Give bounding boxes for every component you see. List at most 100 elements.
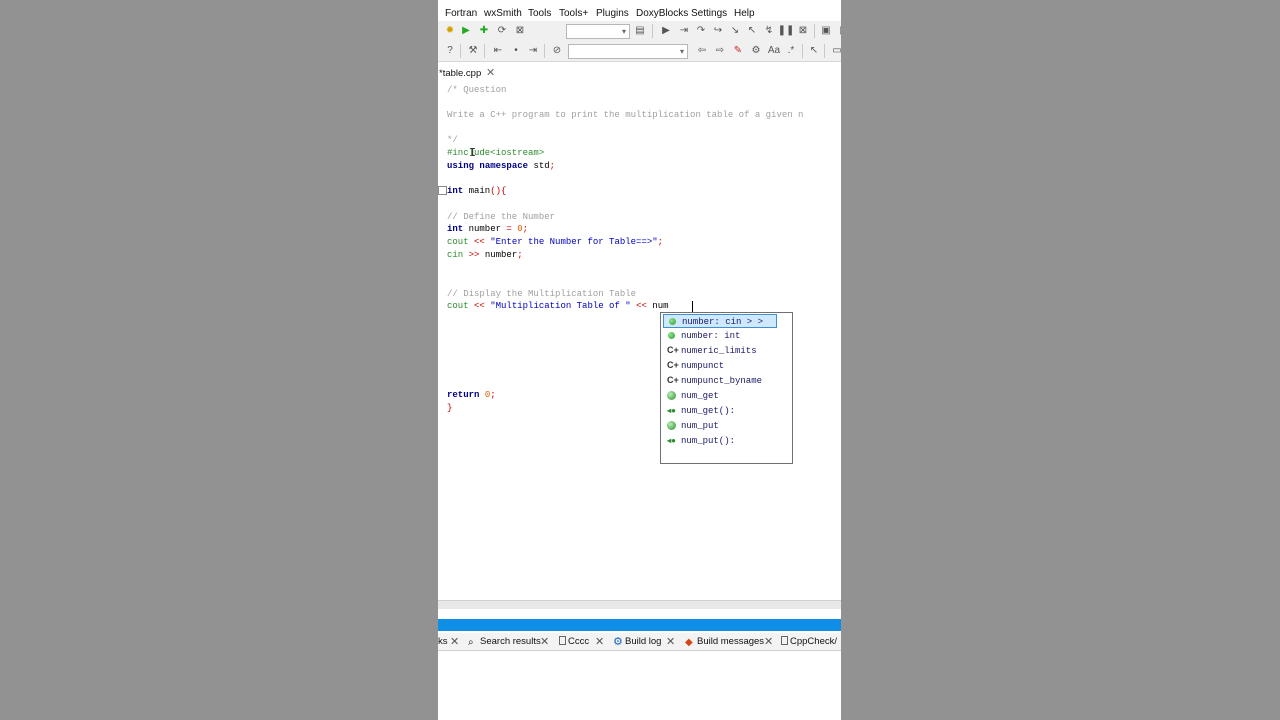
font-icon[interactable]: Aa [768,45,780,57]
menu-doxyblocks[interactable]: DoxyBlocks [636,8,688,19]
autocomplete-item[interactable]: num_put [663,419,777,433]
close-icon[interactable]: ✕ [764,635,773,648]
autocomplete-item[interactable]: number: cin > > [663,314,777,328]
doc-icon [559,636,566,645]
tab-build-messages[interactable]: ◆ Build messages [685,636,764,648]
autocomplete-item[interactable]: ◂● num_put(): [663,434,777,448]
logs-tab-bar: ks ✕ ⌕ Search results ✕ Cccc ✕ ⚙ Build log… [438,633,841,651]
highlight-icon[interactable]: ✎ [732,45,744,57]
horizontal-scrollbar[interactable] [438,600,841,609]
next-instruction-icon[interactable]: ↪ [712,25,724,37]
menu-fortran[interactable]: Fortran [445,8,477,19]
autocomplete-popup[interactable]: number: cin > > number: int C+ numeric_l… [660,312,793,464]
next-bookmark-icon[interactable]: ⇥ [527,45,539,57]
menu-tools-plus[interactable]: Tools+ [559,8,588,19]
pause-icon[interactable]: ❚❚ [778,25,795,37]
code-line: // Define the Number [447,212,556,222]
close-icon[interactable]: ✕ [486,66,495,79]
tab-cppcheck[interactable]: CppCheck/ [781,636,837,647]
selection-icon[interactable]: ⚙ [750,45,762,57]
info-icon[interactable]: ▯ [836,25,841,37]
autocomplete-item[interactable]: C+ numeric_limits [663,344,777,358]
code-line: cout << "Multiplication Table of " << nu… [447,301,669,311]
pin-icon: ◆ [685,637,693,648]
code-token: "Enter the Number for Table==>" [490,237,658,247]
code-editor[interactable]: /* Question Write a C++ program to print… [438,82,841,602]
tab-cccc[interactable]: Cccc [559,636,589,647]
build-and-run-icon[interactable]: ✚ [478,25,490,37]
close-icon[interactable]: ✕ [540,635,549,648]
close-icon[interactable]: ✕ [666,635,675,648]
stop-debug-icon[interactable]: ⊠ [797,25,809,37]
prev-bookmark-icon[interactable]: ⇤ [492,45,504,57]
abort-icon[interactable]: ⊠ [514,25,526,37]
build-target-select[interactable]: ▾ [566,24,630,39]
code-token: ; [490,390,496,400]
code-line: cin >> number; [447,250,523,260]
class-icon: C+ [667,375,679,385]
build-gear-icon[interactable]: ✹ [444,25,456,37]
menu-settings[interactable]: Settings [691,8,727,19]
menu-help[interactable]: Help [734,8,755,19]
close-icon[interactable]: ✕ [450,635,459,648]
doc-icon [781,636,788,645]
code-token: ; [657,237,664,247]
help-icon[interactable]: ? [444,45,456,57]
menu-tools[interactable]: Tools [528,8,551,19]
code-token: int [447,224,464,234]
namespace-icon [667,421,676,430]
clear-icon[interactable]: ⊘ [551,45,563,57]
code-line: return 0; [447,389,496,401]
step-into-icon[interactable]: ↘ [729,25,741,37]
close-icon[interactable]: ✕ [595,635,604,648]
edit-toolbar: ? ⚒ ⇤ • ⇥ ⊘ ▾ ⇦ ⇨ ✎ ⚙ Aa .* ↖ ▭ [438,41,841,62]
tab-search-results[interactable]: ⌕ Search results [468,636,541,648]
regex-icon[interactable]: .* [785,45,797,57]
tab-bookmarks[interactable]: ks [438,636,448,647]
code-token: std [533,161,550,171]
run-icon[interactable]: ▶ [460,25,472,37]
code-token: cin [447,250,464,260]
menu-plugins[interactable]: Plugins [596,8,629,19]
doc-icon[interactable]: ▤ [634,25,646,37]
search-combo[interactable]: ▾ [568,44,688,59]
build-toolbar: ✹ ▶ ✚ ⟳ ⊠ ▾ ▤ ▶ ⇥ ↷ ↪ ↘ ↖ ↯ ❚❚ ⊠ ▣ ▯ [438,21,841,41]
class-icon: C+ [667,360,679,370]
debug-windows-icon[interactable]: ▣ [820,25,832,37]
code-line: } [447,403,453,413]
wrench-icon[interactable]: ⚒ [467,45,479,57]
tab-table-cpp[interactable]: *table.cpp ✕ [438,65,500,81]
menu-wxsmith[interactable]: wxSmith [484,8,522,19]
step-out-icon[interactable]: ↖ [746,25,758,37]
rebuild-icon[interactable]: ⟳ [496,25,508,37]
autocomplete-item[interactable]: num_get [663,389,777,403]
panel-icon[interactable]: ▭ [831,45,841,57]
fold-marker-icon[interactable] [438,186,447,195]
code-token: return [447,390,480,400]
autocomplete-item[interactable]: ◂● num_get(): [663,404,777,418]
code-token: ; [522,224,529,234]
forward-arrow-icon[interactable]: ⇨ [714,45,726,57]
autocomplete-item[interactable]: C+ numpunct_byname [663,374,777,388]
back-arrow-icon[interactable]: ⇦ [696,45,708,57]
code-token: << [474,301,485,311]
run-to-cursor-icon[interactable]: ⇥ [678,25,690,37]
autocomplete-item[interactable]: number: int [663,329,777,343]
code-line: Write a C++ program to print the multipl… [447,110,804,120]
code-token: cout [447,301,469,311]
cursor-icon[interactable]: ↖ [808,45,820,57]
code-line: int number = 0; [447,224,529,234]
step-icon[interactable]: ↯ [763,25,775,37]
code-line: int main(){ [447,186,507,196]
next-line-icon[interactable]: ↷ [695,25,707,37]
code-token: cout [447,237,469,247]
debug-run-icon[interactable]: ▶ [660,25,672,37]
autocomplete-item[interactable]: C+ numpunct [663,359,777,373]
toggle-bookmark-icon[interactable]: • [510,45,522,57]
code-token: ; [517,250,523,260]
tab-build-log[interactable]: ⚙ Build log [613,636,661,648]
code-token: using [447,161,475,171]
code-line: */ [447,135,458,145]
code-token: << [474,237,485,247]
gear-icon: ⚙ [613,636,623,648]
